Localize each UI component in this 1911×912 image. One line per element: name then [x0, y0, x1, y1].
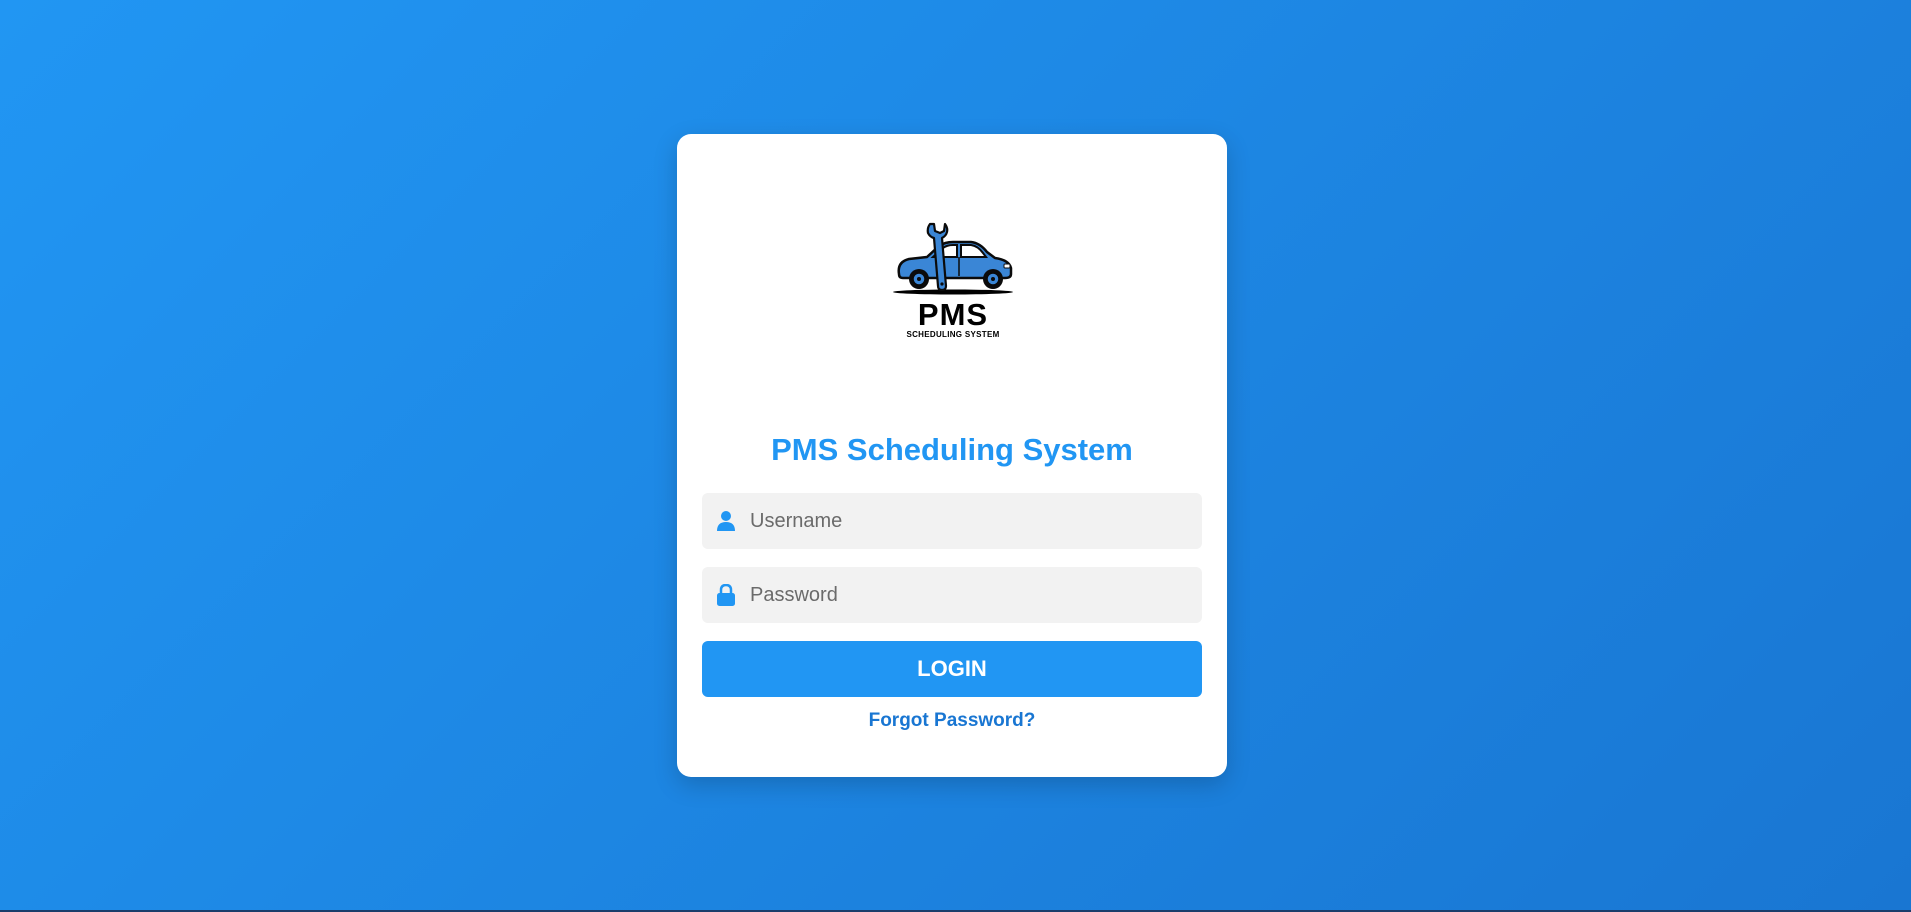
password-input[interactable]	[748, 574, 1192, 616]
login-button[interactable]: LOGIN	[702, 641, 1202, 697]
logo-subtitle: SCHEDULING SYSTEM	[906, 330, 1000, 339]
user-icon	[714, 509, 738, 533]
car-wrench-icon	[893, 222, 1013, 295]
logo-title: PMS	[917, 297, 989, 332]
pms-logo: PMS SCHEDULING SYSTEM	[883, 222, 1023, 342]
lock-icon	[714, 583, 738, 607]
username-input[interactable]	[748, 500, 1192, 542]
page-title: PMS Scheduling System	[771, 432, 1133, 467]
username-field[interactable]	[702, 493, 1202, 549]
password-field[interactable]	[702, 567, 1202, 623]
login-card: PMS SCHEDULING SYSTEM PMS Scheduling Sys…	[677, 134, 1227, 777]
forgot-password-link[interactable]: Forgot Password?	[677, 710, 1227, 732]
